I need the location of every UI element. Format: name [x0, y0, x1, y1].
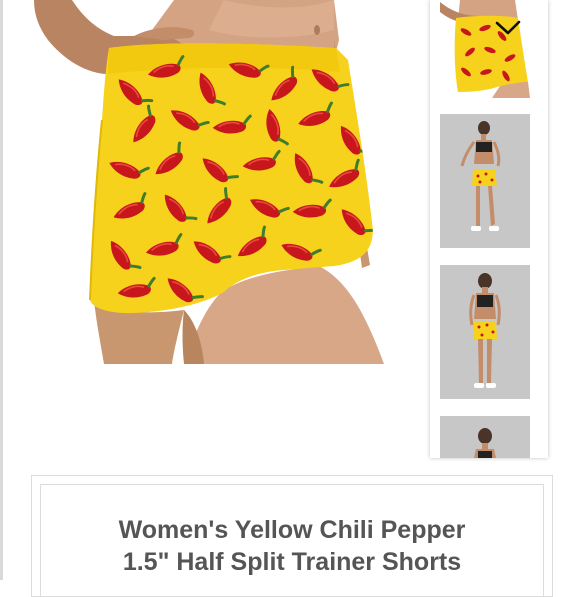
left-edge-divider: [0, 0, 3, 580]
product-title-card: Women's Yellow Chili Pepper 1.5" Half Sp…: [31, 475, 553, 597]
main-product-image[interactable]: [34, 0, 402, 364]
thumbnail-model-front[interactable]: [440, 114, 530, 248]
thumbnail-strip: [430, 0, 548, 458]
checkmark-icon: [495, 20, 521, 35]
product-title-line-2: 1.5" Half Split Trainer Shorts: [122, 548, 462, 576]
product-title: Women's Yellow Chili Pepper 1.5" Half Sp…: [32, 514, 552, 578]
thumbnail-model-partial[interactable]: [440, 416, 530, 458]
thumbnail-shorts-closeup[interactable]: [440, 0, 530, 98]
product-title-line-1: Women's Yellow Chili Pepper: [118, 516, 466, 544]
thumbnail-model-standing[interactable]: [440, 265, 530, 399]
